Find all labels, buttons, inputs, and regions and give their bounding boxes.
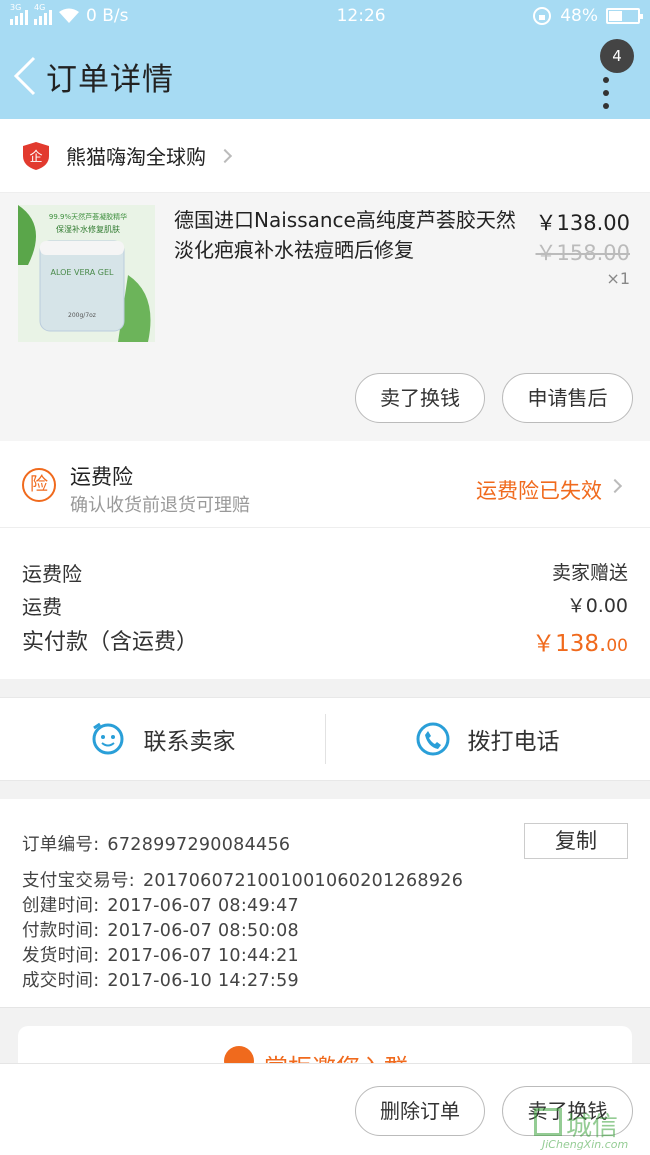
paid-amount-main: ￥138. [532, 631, 607, 657]
alipay-trade-number: 2017060721001001060201268926 [143, 871, 464, 891]
order-number: 6728997290084456 [107, 835, 291, 855]
insurance-status: 运费险已失效 [476, 479, 602, 503]
info-label: 发货时间: [22, 946, 100, 966]
paid-label: 实付款（含运费） [22, 630, 199, 655]
product-original-price: ￥158.00 [535, 241, 630, 265]
fee-row-paid: 实付款（含运费） ￥138.00 [22, 624, 628, 658]
wifi-icon [59, 8, 79, 23]
thumb-jar-weight: 200g/7oz [68, 312, 96, 319]
rotation-lock-icon [533, 7, 552, 25]
fee-label: 运费 [22, 595, 62, 619]
enterprise-shield-icon: 企 [23, 141, 49, 170]
shipped-time-row: 发货时间: 2017-06-07 10:44:21 [22, 942, 299, 967]
alipay-trade-row: 支付宝交易号: 2017060721001001060201268926 [22, 867, 463, 892]
fee-row-shipping: 运费 ￥0.00 [22, 591, 628, 620]
product-quantity: ×1 [606, 269, 630, 288]
thumb-jar-label: ALOE VERA GEL [50, 268, 114, 277]
copy-button[interactable]: 复制 [524, 823, 628, 859]
thumb-caption-mid: 保湿补水修复肌肤 [56, 224, 120, 234]
created-time: 2017-06-07 08:49:47 [107, 896, 299, 916]
battery-percent: 48% [560, 6, 598, 26]
contact-seller-label: 联系卖家 [143, 729, 236, 755]
notification-badge: 4 [600, 39, 634, 73]
info-label: 创建时间: [22, 896, 100, 916]
fee-value: ￥0.00 [566, 595, 628, 617]
completed-time: 2017-06-10 14:27:59 [107, 971, 299, 991]
paid-amount: ￥138.00 [532, 624, 628, 658]
shop-name: 熊猫嗨淘全球购 [66, 145, 206, 169]
network-speed: 0 B/s [86, 6, 129, 26]
completed-time-row: 成交时间: 2017-06-10 14:27:59 [22, 967, 299, 992]
insurance-title: 运费险 [70, 465, 133, 489]
watermark-logo [534, 1108, 562, 1136]
product-image: 99.9%天然芦荟凝胶精华 保湿补水修复肌肤 ALOE VERA GEL 200… [18, 205, 155, 342]
insurance-icon: 险 [22, 468, 56, 502]
phone-icon [416, 722, 449, 756]
paid-time: 2017-06-07 08:50:08 [107, 921, 299, 941]
chevron-right-icon [217, 148, 233, 163]
more-menu-icon[interactable] [603, 77, 609, 116]
created-time-row: 创建时间: 2017-06-07 08:49:47 [22, 892, 299, 917]
product-thumbnail[interactable]: 99.9%天然芦荟凝胶精华 保湿补水修复肌肤 ALOE VERA GEL 200… [18, 205, 155, 342]
call-phone-button[interactable]: 拨打电话 [325, 698, 650, 780]
page-title: 订单详情 [46, 62, 174, 98]
order-info: 订单编号: 6728997290084456 复制 支付宝交易号: 20170607… [0, 799, 650, 1008]
delete-order-button[interactable]: 删除订单 [355, 1086, 485, 1136]
fee-summary: 运费险 卖家赠送 运费 ￥0.00 实付款（含运费） ￥138.00 [0, 528, 650, 679]
chat-bubble-icon [92, 722, 123, 755]
after-sale-button[interactable]: 申请售后 [502, 373, 633, 423]
paid-amount-cents: 00 [606, 636, 628, 656]
order-detail-page: 3G 4G 0 B/s 12:26 48% 订单详情 4 企 熊猫嗨淘全球购 9… [0, 0, 650, 1155]
title-bar: 订单详情 4 [0, 32, 650, 119]
sell-exchange-button[interactable]: 卖了换钱 [355, 373, 485, 423]
battery-icon [606, 8, 643, 24]
product-price: ￥138.00 [535, 211, 630, 235]
fee-label: 运费险 [22, 562, 82, 586]
chevron-right-icon [607, 478, 623, 494]
signal-icon-2: 4G [34, 3, 52, 25]
status-bar: 3G 4G 0 B/s 12:26 48% [0, 0, 650, 32]
contact-bar: 联系卖家 拨打电话 [0, 697, 650, 781]
product-card[interactable]: 99.9%天然芦荟凝胶精华 保湿补水修复肌肤 ALOE VERA GEL 200… [0, 193, 650, 441]
product-name: 德国进口Naissance高纯度芦荟胶天然淡化疤痕补水祛痘晒后修复 [174, 208, 516, 262]
contact-seller-button[interactable]: 联系卖家 [0, 698, 325, 780]
clock: 12:26 [336, 6, 386, 26]
call-phone-label: 拨打电话 [467, 729, 560, 755]
shipped-time: 2017-06-07 10:44:21 [107, 946, 299, 966]
info-label: 付款时间: [22, 921, 100, 941]
info-label: 订单编号: [22, 835, 100, 855]
shield-label: 企 [29, 149, 42, 165]
insurance-subtitle: 确认收货前退货可理赔 [70, 495, 250, 516]
fee-row-insurance: 运费险 卖家赠送 [22, 558, 628, 587]
watermark-url: JiChengXin.com [542, 1138, 629, 1151]
shipping-insurance-row[interactable]: 险 运费险 确认收货前退货可理赔 运费险已失效 [0, 441, 650, 528]
info-label: 成交时间: [22, 971, 100, 991]
signal-icon: 3G [10, 3, 28, 25]
thumb-caption-top: 99.9%天然芦荟凝胶精华 [49, 212, 127, 221]
info-label: 支付宝交易号: [22, 871, 135, 891]
fee-value: 卖家赠送 [551, 562, 628, 584]
site-watermark: 城信 JiChengXin.com [530, 1106, 648, 1152]
paid-time-row: 付款时间: 2017-06-07 08:50:08 [22, 917, 299, 942]
order-number-row: 订单编号: 6728997290084456 [22, 831, 290, 856]
shop-row[interactable]: 企 熊猫嗨淘全球购 [0, 119, 650, 193]
back-arrow-icon[interactable] [12, 56, 38, 96]
